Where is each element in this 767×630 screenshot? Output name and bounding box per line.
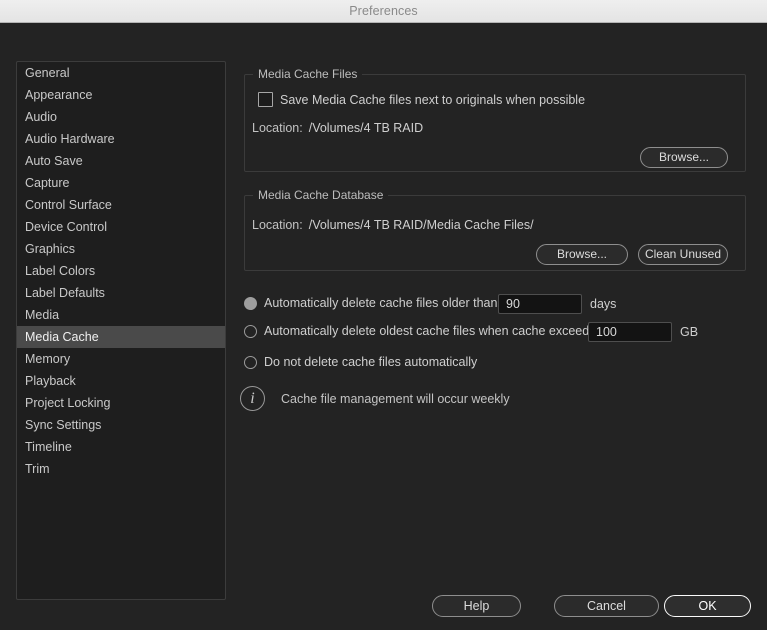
sidebar-item-label: Sync Settings: [25, 418, 101, 432]
media-cache-files-browse-button[interactable]: Browse...: [640, 147, 728, 168]
save-next-to-originals-label: Save Media Cache files next to originals…: [280, 93, 585, 107]
sidebar-item-device-control[interactable]: Device Control: [17, 216, 225, 238]
sidebar-item-label: Label Defaults: [25, 286, 105, 300]
sidebar-item-label: Timeline: [25, 440, 72, 454]
do-not-delete-row[interactable]: Do not delete cache files automatically: [244, 355, 477, 369]
cache-management-info-text: Cache file management will occur weekly: [281, 392, 510, 406]
sidebar-item-audio-hardware[interactable]: Audio Hardware: [17, 128, 225, 150]
media-cache-files-location-path: /Volumes/4 TB RAID: [309, 121, 423, 135]
do-not-delete-label: Do not delete cache files automatically: [264, 355, 477, 369]
media-cache-database-browse-button[interactable]: Browse...: [536, 244, 628, 265]
window-title: Preferences: [349, 4, 418, 18]
media-cache-database-group-title: Media Cache Database: [253, 188, 388, 202]
sidebar-item-label: Control Surface: [25, 198, 112, 212]
sidebar-item-label: Media Cache: [25, 330, 99, 344]
sidebar-item-label: Media: [25, 308, 59, 322]
sidebar-item-label: Auto Save: [25, 154, 83, 168]
preferences-category-list[interactable]: General Appearance Audio Audio Hardware Auto…: [16, 61, 226, 600]
sidebar-item-label: Graphics: [25, 242, 75, 256]
window-titlebar: Preferences: [0, 0, 767, 23]
sidebar-item-graphics[interactable]: Graphics: [17, 238, 225, 260]
sidebar-item-media[interactable]: Media: [17, 304, 225, 326]
sidebar-item-label: Appearance: [25, 88, 92, 102]
sidebar-item-label: Capture: [25, 176, 69, 190]
sidebar-item-timeline[interactable]: Timeline: [17, 436, 225, 458]
save-next-to-originals-row[interactable]: Save Media Cache files next to originals…: [258, 92, 585, 107]
delete-older-than-row[interactable]: Automatically delete cache files older t…: [244, 296, 501, 310]
preferences-dialog: General Appearance Audio Audio Hardware Auto…: [0, 23, 767, 630]
media-cache-files-location-row: Location: /Volumes/4 TB RAID: [252, 121, 423, 135]
media-cache-database-location-row: Location: /Volumes/4 TB RAID/Media Cache …: [252, 218, 534, 232]
older-than-days-input[interactable]: 90: [498, 294, 582, 314]
media-cache-panel: Media Cache Files Save Media Cache files…: [240, 61, 745, 598]
sidebar-item-capture[interactable]: Capture: [17, 172, 225, 194]
media-cache-database-location-path: /Volumes/4 TB RAID/Media Cache Files/: [309, 218, 534, 232]
info-icon: i: [240, 386, 265, 411]
delete-when-exceeds-label: Automatically delete oldest cache files …: [264, 324, 599, 338]
sidebar-item-label: Trim: [25, 462, 50, 476]
delete-older-than-radio[interactable]: [244, 297, 257, 310]
sidebar-item-sync-settings[interactable]: Sync Settings: [17, 414, 225, 436]
media-cache-files-group-title: Media Cache Files: [253, 67, 362, 81]
sidebar-item-label: Audio Hardware: [25, 132, 115, 146]
sidebar-item-label: General: [25, 66, 69, 80]
sidebar-item-general[interactable]: General: [17, 62, 225, 84]
sidebar-item-project-locking[interactable]: Project Locking: [17, 392, 225, 414]
sidebar-item-label: Label Colors: [25, 264, 95, 278]
help-button[interactable]: Help: [432, 595, 521, 617]
sidebar-item-control-surface[interactable]: Control Surface: [17, 194, 225, 216]
ok-button[interactable]: OK: [664, 595, 751, 617]
cache-management-info-row: i Cache file management will occur weekl…: [240, 386, 510, 411]
sidebar-item-label-defaults[interactable]: Label Defaults: [17, 282, 225, 304]
older-than-days-unit: days: [590, 297, 616, 311]
sidebar-item-trim[interactable]: Trim: [17, 458, 225, 480]
do-not-delete-radio[interactable]: [244, 356, 257, 369]
sidebar-item-label: Audio: [25, 110, 57, 124]
media-cache-database-location-label: Location:: [252, 218, 303, 232]
sidebar-item-auto-save[interactable]: Auto Save: [17, 150, 225, 172]
save-next-to-originals-checkbox[interactable]: [258, 92, 273, 107]
clean-unused-button[interactable]: Clean Unused: [638, 244, 728, 265]
sidebar-item-label: Playback: [25, 374, 76, 388]
sidebar-item-label: Device Control: [25, 220, 107, 234]
delete-when-exceeds-row[interactable]: Automatically delete oldest cache files …: [244, 324, 599, 338]
sidebar-item-memory[interactable]: Memory: [17, 348, 225, 370]
cancel-button[interactable]: Cancel: [554, 595, 659, 617]
cache-exceeds-gb-unit: GB: [680, 325, 698, 339]
sidebar-item-label-colors[interactable]: Label Colors: [17, 260, 225, 282]
delete-when-exceeds-radio[interactable]: [244, 325, 257, 338]
delete-older-than-label: Automatically delete cache files older t…: [264, 296, 501, 310]
sidebar-item-label: Project Locking: [25, 396, 110, 410]
sidebar-item-media-cache[interactable]: Media Cache: [17, 326, 225, 348]
sidebar-item-playback[interactable]: Playback: [17, 370, 225, 392]
media-cache-files-location-label: Location:: [252, 121, 303, 135]
sidebar-item-label: Memory: [25, 352, 70, 366]
sidebar-item-audio[interactable]: Audio: [17, 106, 225, 128]
cache-exceeds-gb-input[interactable]: 100: [588, 322, 672, 342]
sidebar-item-appearance[interactable]: Appearance: [17, 84, 225, 106]
